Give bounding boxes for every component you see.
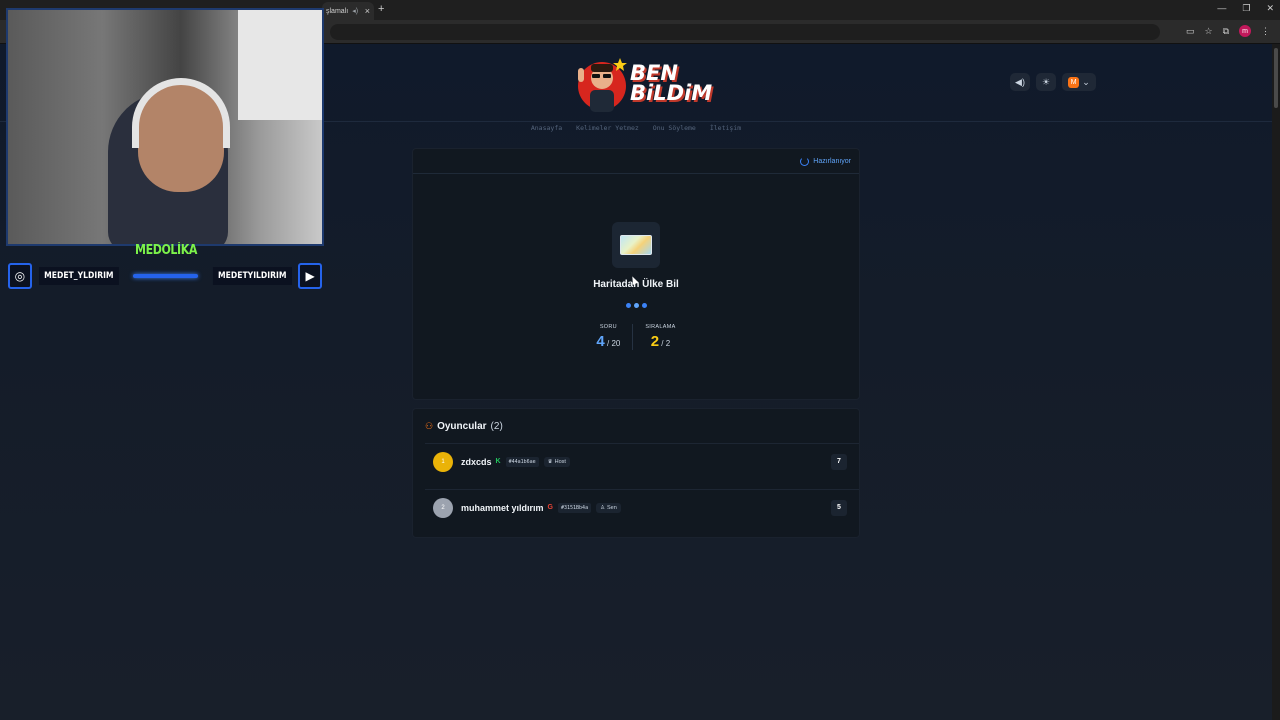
nav-onu-soyleme[interactable]: Onu Söyleme (653, 124, 696, 136)
player-score: 7 (831, 453, 847, 470)
stat-label: SIRALAMA (645, 324, 676, 330)
question-current: 4 (596, 333, 605, 350)
speaker-icon[interactable]: ◂) (352, 7, 358, 15)
player-id: #44a1b6ae (505, 456, 539, 467)
tab-title: şlamalı (326, 7, 349, 15)
divider (413, 173, 859, 174)
extensions-icon[interactable]: ⧉ (1223, 26, 1229, 37)
rank-badge: 1 (433, 451, 453, 472)
loading-spinner-icon (800, 157, 810, 166)
ranking-total: / 2 (661, 339, 671, 348)
game-card: Hazırlanıyor Haritadan Ülke Bil SORU 4 /… (412, 148, 860, 400)
world-map-icon (620, 235, 652, 255)
scrollbar-thumb[interactable] (1274, 48, 1278, 108)
player-score: 5 (831, 499, 847, 516)
theme-toggle-button[interactable]: ☀ (1036, 73, 1056, 91)
player-row[interactable]: 2 muhammet yıldırım G #3151Bb4a ♙ Sen 5 (425, 489, 859, 525)
players-heading: ⚇ Oyuncular (2) (425, 421, 503, 432)
host-badge: ♛ Host (543, 456, 570, 467)
profile-avatar[interactable]: m (1239, 25, 1251, 37)
social-bar: ◎ MEDET_YLDIRIM MEDETYILDIRIM ▶ (8, 262, 322, 290)
player-id: #3151Bb4a (557, 502, 592, 513)
game-stats: SORU 4 / 20 SIRALAMA 2 / 2 (413, 324, 859, 350)
sound-button[interactable]: ◀) (1010, 73, 1030, 91)
header-controls: ◀) ☀ M ⌄ (1010, 73, 1096, 91)
new-tab-button[interactable]: + (378, 3, 384, 15)
sun-icon: ☀ (1041, 76, 1051, 87)
browser-tab[interactable]: şlamalı ◂) × (322, 2, 374, 20)
speaker-icon: ◀) (1015, 76, 1025, 87)
rank-badge: 2 (433, 497, 453, 518)
instagram-handle: MEDET_YLDIRIM (38, 267, 119, 285)
close-window-icon[interactable]: ✕ (1266, 3, 1274, 14)
address-field[interactable] (330, 24, 1160, 40)
question-stat: SORU 4 / 20 (584, 324, 632, 350)
webcam-overlay (6, 8, 324, 246)
user-icon: ♙ (600, 504, 606, 511)
avatar: M (1068, 76, 1080, 88)
you-badge: ♙ Sen (596, 502, 621, 513)
players-card: ⚇ Oyuncular (2) 1 zdxcds K #44a1b6ae ♛ Ho… (412, 408, 860, 538)
streamer-name: MEDOLİKA (135, 243, 197, 258)
player-name: muhammet yıldırım (461, 502, 544, 513)
logo-wordmark: BEN BiLDiM (630, 61, 713, 105)
game-status: Hazırlanıyor (800, 157, 851, 166)
crown-icon: ♛ (547, 458, 553, 465)
mascot-icon (578, 58, 627, 112)
bookmark-star-icon[interactable]: ☆ (1204, 26, 1212, 37)
browser-tool-icons: ▭ ☆ ⧉ m ⋮ (1186, 25, 1270, 37)
loading-dots (626, 303, 647, 308)
instagram-icon: ◎ (8, 263, 32, 289)
restore-icon[interactable]: ❐ (1242, 3, 1250, 14)
youtube-icon: ▶ (298, 263, 322, 289)
players-count: (2) (490, 421, 503, 432)
user-menu-button[interactable]: M ⌄ (1062, 73, 1096, 91)
nav-iletisim[interactable]: İletişim (710, 124, 741, 136)
ranking-current: 2 (650, 333, 660, 350)
google-icon: G (547, 504, 553, 511)
window-controls: — ❐ ✕ (1217, 3, 1274, 14)
install-app-icon[interactable]: ▭ (1186, 26, 1195, 37)
status-text: Hazırlanıyor (813, 158, 851, 165)
chevron-down-icon: ⌄ (1082, 76, 1090, 87)
browser-menu-icon[interactable]: ⋮ (1261, 26, 1270, 37)
site-logo[interactable]: BEN BiLDiM (572, 52, 712, 114)
youtube-handle: MEDETYILDIRIM (212, 267, 292, 285)
page-scrollbar[interactable] (1272, 44, 1280, 720)
decor-bar (133, 274, 198, 278)
users-icon: ⚇ (425, 421, 434, 431)
ranking-stat: SIRALAMA 2 / 2 (632, 324, 687, 350)
question-total: / 20 (607, 339, 621, 348)
nav-kelimeler-yetmez[interactable]: Kelimeler Yetmez (576, 124, 639, 136)
kick-icon: K (495, 458, 501, 465)
stat-label: SORU (599, 324, 617, 330)
game-icon-tile (612, 222, 660, 268)
nav-home[interactable]: Anasayfa (531, 124, 562, 136)
close-tab-icon[interactable]: × (365, 6, 370, 16)
player-row[interactable]: 1 zdxcds K #44a1b6ae ♛ Host 7 (425, 443, 859, 479)
minimize-icon[interactable]: — (1217, 3, 1226, 14)
player-name: zdxcds (461, 456, 492, 467)
